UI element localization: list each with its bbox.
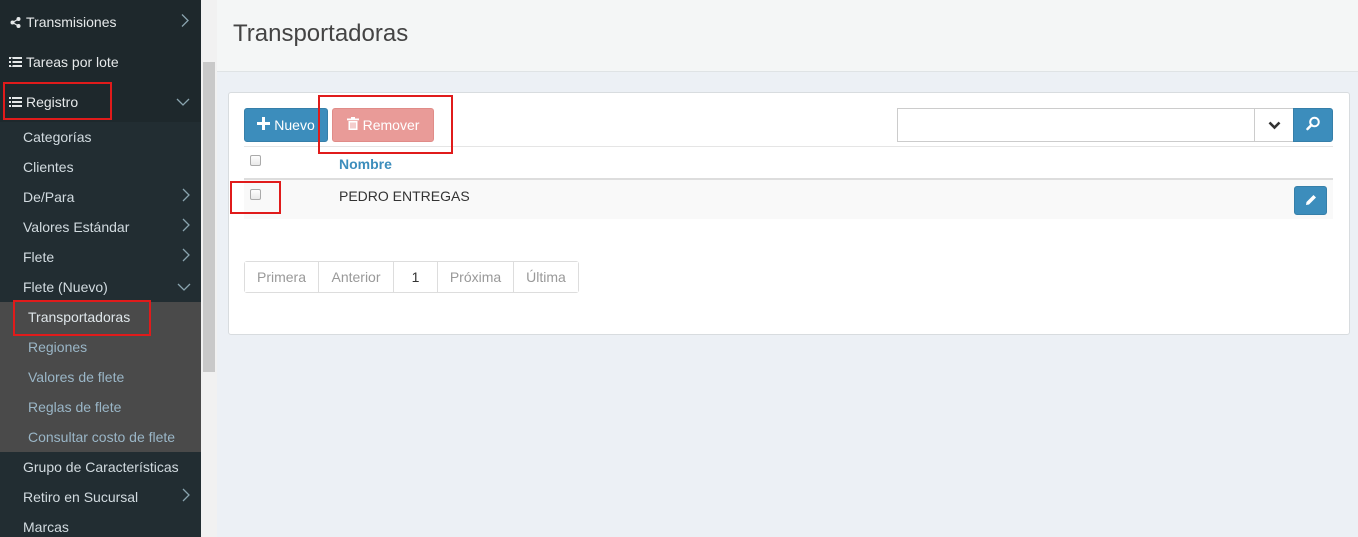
sidebar-item-transportadoras[interactable]: Transportadoras — [0, 302, 201, 332]
row-nombre: PEDRO ENTREGAS — [339, 188, 470, 204]
pencil-icon — [1305, 193, 1317, 209]
sidebar-item-clientes[interactable]: Clientes — [0, 152, 201, 182]
search-input[interactable] — [897, 108, 1255, 142]
chevron-right-icon — [182, 242, 191, 272]
sidebar-item-flete-nuevo[interactable]: Flete (Nuevo) — [0, 272, 201, 302]
remover-label: Remover — [362, 117, 420, 133]
pagination-next[interactable]: Próxima — [437, 262, 513, 292]
trash-icon — [346, 117, 359, 133]
remover-button[interactable]: Remover — [332, 108, 434, 142]
pagination-first[interactable]: Primera — [245, 262, 318, 292]
sidebar-item-registro[interactable]: Registro — [0, 82, 201, 122]
sidebar-item-de-para[interactable]: De/Para — [0, 182, 201, 212]
sidebar-item-transmisiones[interactable]: Transmisiones — [0, 2, 201, 42]
chevron-down-icon — [1268, 117, 1281, 133]
list-alt-icon — [8, 57, 22, 67]
search-button[interactable] — [1293, 108, 1333, 142]
sidebar-item-grupo-de-caracteristicas[interactable]: Grupo de Características — [0, 452, 201, 482]
chevron-right-icon — [182, 212, 191, 242]
list-icon — [8, 97, 22, 107]
sidebar-item-tareas-por-lote[interactable]: Tareas por lote — [0, 42, 201, 82]
row-checkbox[interactable] — [250, 189, 261, 200]
search-icon — [1305, 116, 1321, 134]
sidebar-item-consultar-costo-de-flete[interactable]: Consultar costo de flete — [0, 422, 201, 452]
sidebar-item-categorias[interactable]: Categorías — [0, 122, 201, 152]
sidebar-scrollbar[interactable] — [203, 62, 215, 372]
sidebar-item-label: Registro — [26, 94, 79, 110]
pagination: Primera Anterior 1 Próxima Última — [244, 261, 579, 293]
chevron-right-icon — [181, 14, 190, 31]
pagination-last[interactable]: Última — [513, 262, 578, 292]
sidebar-item-label: Tareas por lote — [26, 54, 119, 70]
sidebar-item-flete[interactable]: Flete — [0, 242, 201, 272]
sidebar-item-retiro-en-sucursal[interactable]: Retiro en Sucursal — [0, 482, 201, 512]
sidebar: Transmisiones Tareas por lote Registro C… — [0, 0, 201, 537]
nuevo-button[interactable]: Nuevo — [244, 108, 328, 142]
chevron-down-icon — [177, 272, 191, 302]
page-title: Transportadoras — [233, 20, 409, 47]
search-filter-dropdown[interactable] — [1255, 108, 1294, 142]
chevron-right-icon — [182, 182, 191, 212]
table-top-border — [244, 146, 1333, 147]
sidebar-item-regiones[interactable]: Regiones — [0, 332, 201, 362]
nuevo-label: Nuevo — [274, 117, 315, 133]
edit-button[interactable] — [1294, 186, 1327, 215]
sidebar-item-label: Transmisiones — [26, 14, 117, 30]
table-row: PEDRO ENTREGAS — [244, 180, 1333, 219]
transportadoras-box: Nuevo Remover Nombre PEDRO ENTREGAS Prim… — [228, 92, 1350, 335]
content-header: Transportadoras — [217, 0, 1358, 72]
share-icon — [8, 16, 22, 28]
plus-icon — [257, 117, 271, 133]
pagination-current-page[interactable]: 1 — [393, 262, 437, 292]
column-header-nombre[interactable]: Nombre — [339, 156, 392, 172]
chevron-down-icon — [176, 94, 190, 110]
select-all-checkbox[interactable] — [250, 155, 261, 166]
sidebar-item-reglas-de-flete[interactable]: Reglas de flete — [0, 392, 201, 422]
chevron-right-icon — [182, 482, 191, 512]
sidebar-item-valores-estandar[interactable]: Valores Estándar — [0, 212, 201, 242]
sidebar-item-valores-de-flete[interactable]: Valores de flete — [0, 362, 201, 392]
pagination-prev[interactable]: Anterior — [318, 262, 393, 292]
sidebar-item-marcas[interactable]: Marcas — [0, 512, 201, 537]
